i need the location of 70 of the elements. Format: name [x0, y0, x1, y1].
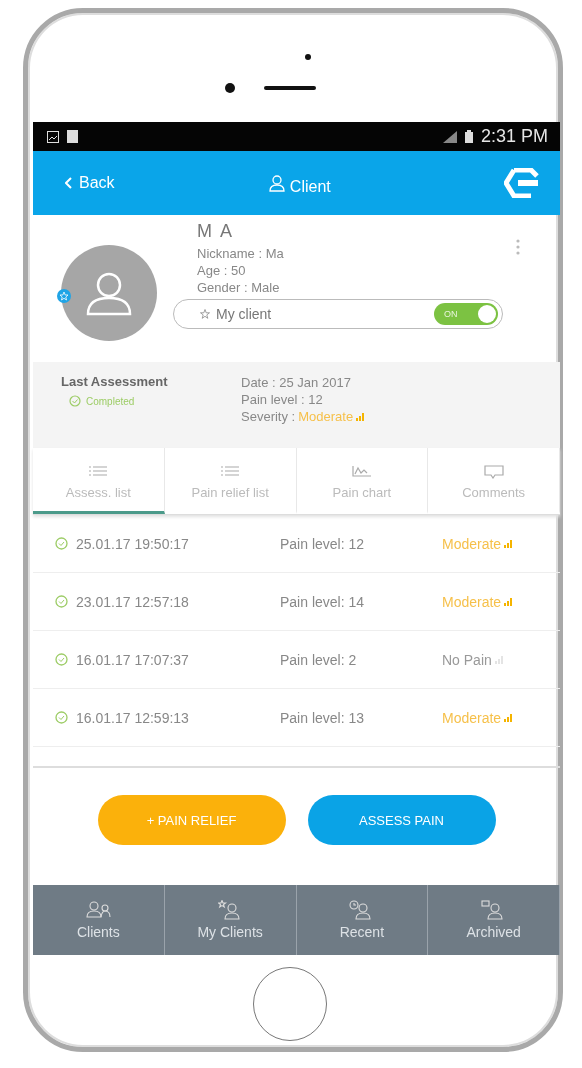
camera-icon — [225, 83, 235, 93]
chevron-left-icon — [65, 177, 73, 189]
screen-title: Client — [289, 178, 331, 196]
signal-bars-icon — [494, 655, 505, 664]
timestamp-text: 16.01.17 12:59:13 — [76, 709, 190, 726]
pain-level-text: Pain level: 13 — [280, 709, 366, 726]
signal-bars-icon — [356, 412, 367, 421]
assessment-row[interactable]: 23.01.17 12:57:18 Pain level: 14 Moderate — [33, 573, 560, 631]
toggle-switch[interactable]: ON — [434, 303, 498, 325]
pain-level-text: Pain level: 2 — [280, 651, 358, 668]
sensor-icon — [305, 54, 311, 60]
logo-icon — [504, 168, 540, 198]
assessment-row[interactable]: 16.01.17 12:59:13 Pain level: 13 Moderate — [33, 689, 560, 747]
signal-bars-icon — [504, 713, 515, 722]
severity-text: Moderate — [442, 535, 502, 552]
severity-text: No Pain — [442, 651, 492, 668]
check-circle-icon — [55, 653, 68, 666]
timestamp-text: 25.01.17 19:50:17 — [76, 535, 190, 552]
my-client-label: My client — [216, 306, 273, 322]
signal-icon — [442, 130, 457, 143]
nav-tab[interactable]: Clients — [33, 885, 165, 955]
check-circle-icon — [69, 395, 81, 407]
tab[interactable]: Comments — [428, 448, 560, 514]
signal-bars-icon — [504, 597, 515, 606]
back-button[interactable]: Back — [65, 174, 115, 192]
severity-text: Moderate — [298, 408, 354, 425]
more-icon — [516, 239, 520, 255]
nav-tab[interactable]: Archived — [428, 885, 560, 955]
nav-tab[interactable]: My Clients — [164, 885, 297, 955]
age-text: Age : 50 — [197, 262, 246, 279]
severity-text: Moderate — [442, 593, 502, 610]
gender-text: Gender : Male — [197, 279, 280, 296]
check-circle-icon — [55, 711, 68, 724]
person-icon — [267, 174, 286, 192]
person-star-icon — [217, 900, 243, 920]
line-chart-icon — [351, 465, 372, 479]
signal-bars-icon — [504, 539, 515, 548]
tab[interactable]: Pain chart — [296, 448, 429, 514]
assessment-row[interactable]: 25.01.17 19:50:17 Pain level: 12 Moderate — [33, 515, 560, 573]
client-name: M A — [197, 221, 234, 242]
tab[interactable]: Assess. list — [33, 448, 165, 514]
battery-icon — [464, 130, 473, 143]
assessment-heading: Last Assessment — [61, 374, 169, 389]
image-icon — [47, 130, 59, 143]
pain-level-text: Pain level: 14 — [280, 593, 366, 610]
check-circle-icon — [55, 595, 68, 608]
assessment-row[interactable]: 16.01.17 17:07:37 Pain level: 2 No Pain — [33, 631, 560, 689]
clock-time: 2:31 PM — [480, 126, 548, 147]
check-circle-icon — [55, 537, 68, 550]
star-icon — [200, 309, 210, 319]
pain-relief-button[interactable]: + PAIN RELIEF — [97, 795, 286, 845]
status-text: Completed — [86, 395, 135, 407]
speaker-icon — [264, 86, 316, 90]
severity-label: Severity : — [241, 408, 296, 425]
speech-bubble-icon — [483, 465, 504, 479]
star-badge-icon — [57, 289, 71, 303]
assess-pain-button[interactable]: ASSESS PAIN — [307, 795, 496, 845]
tab[interactable]: Pain relief list — [164, 448, 297, 514]
list-icon — [88, 465, 109, 479]
file-icon — [67, 130, 78, 143]
list-icon — [220, 465, 241, 479]
pain-level-text: Pain level: 12 — [280, 535, 366, 552]
timestamp-text: 23.01.17 12:57:18 — [76, 593, 190, 610]
people-icon — [85, 900, 111, 920]
date-text: Date : 25 Jan 2017 — [241, 374, 352, 391]
timestamp-text: 16.01.17 17:07:37 — [76, 651, 190, 668]
severity-text: Moderate — [442, 709, 502, 726]
pain-level-text: Pain level : 12 — [241, 391, 324, 408]
nav-tab[interactable]: Recent — [296, 885, 429, 955]
nickname-text: Nickname : Ma — [197, 245, 284, 262]
